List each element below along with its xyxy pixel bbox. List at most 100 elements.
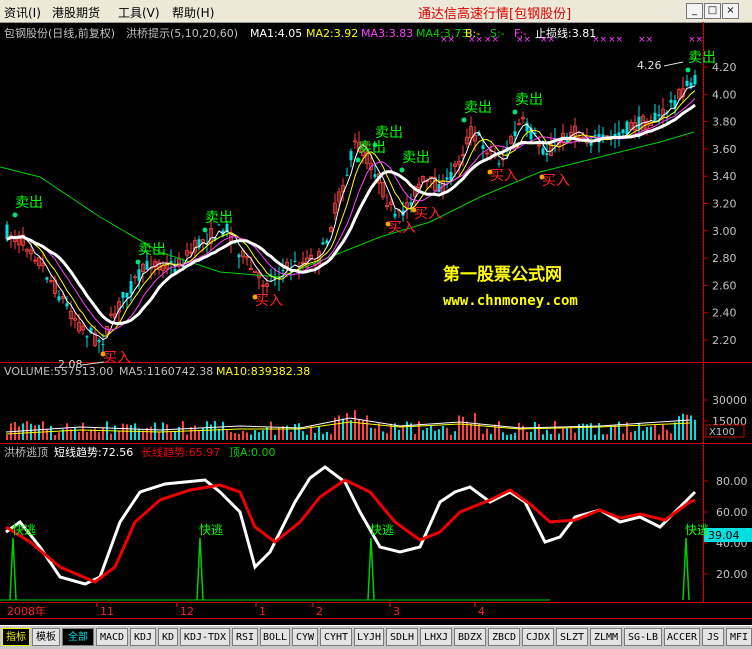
candle-body [437, 184, 441, 193]
volume-bar [242, 430, 244, 440]
escape-label: 快逃 [685, 523, 709, 537]
candle-body [625, 121, 629, 135]
volume-bar [322, 433, 324, 440]
tab-cyht[interactable]: CYHT [320, 628, 352, 646]
volume-bar [186, 434, 188, 440]
ma2-value: MA2:3.92 [306, 27, 358, 40]
volume-bar [342, 418, 344, 440]
volume-bar [254, 430, 256, 440]
volume-bar [298, 423, 300, 440]
price-axis: 4.204.003.803.603.403.203.002.802.602.40… [703, 61, 737, 347]
tab-cjdx[interactable]: CJDX [522, 628, 554, 646]
signal-star: ×× [540, 35, 555, 45]
volume-bar [246, 432, 248, 440]
volume-bar [642, 430, 644, 440]
candle-body [497, 163, 501, 165]
volume-bar [470, 424, 472, 440]
sell-dot [135, 259, 141, 265]
candle-body [169, 261, 173, 263]
tab-zlmm[interactable]: ZLMM [590, 628, 622, 646]
volume-bar [126, 424, 128, 440]
volume-bar [74, 427, 76, 440]
volume-bar [682, 413, 684, 440]
volume-bar [6, 434, 8, 440]
menu-help[interactable]: 帮助(H) [172, 4, 214, 21]
tab-kdj-tdx[interactable]: KDJ-TDX [180, 628, 230, 646]
tab-sdlh[interactable]: SDLH [386, 628, 418, 646]
tab-mfi[interactable]: MFI [726, 628, 752, 646]
stock-chart[interactable]: 包钢股份(日线,前复权) 洪桥提示(5,10,20,60) MA1:4.05 M… [0, 22, 752, 625]
sell-label: 卖出 [515, 92, 543, 108]
time-tick-label: 3 [393, 605, 400, 618]
tab-boll[interactable]: BOLL [260, 628, 290, 646]
oscillator-lines: 快逃 快逃 快逃 快逃 [0, 465, 709, 601]
tab-all[interactable]: 全部 [62, 628, 94, 646]
tab-accer[interactable]: ACCER [664, 628, 700, 646]
osc-current-value: 39.04 [708, 529, 740, 542]
short-trend-line [5, 465, 697, 586]
volume-bar [54, 434, 56, 440]
tab-macd[interactable]: MACD [96, 628, 128, 646]
tab-lyjh[interactable]: LYJH [354, 628, 384, 646]
volume-bar [694, 419, 696, 440]
tab-rsi[interactable]: RSI [232, 628, 258, 646]
volume-bar [310, 426, 312, 440]
volume-bar [294, 424, 296, 440]
volume-bar [290, 431, 292, 440]
volume-bar [194, 425, 196, 440]
volume-bar [338, 415, 340, 440]
volume-bar [542, 434, 544, 440]
escape-label: 快逃 [370, 523, 394, 537]
volume-bar [326, 431, 328, 440]
candle-body [281, 270, 285, 272]
volume-bar [158, 431, 160, 440]
volume-bar [630, 432, 632, 440]
minimize-button[interactable]: _ [686, 3, 703, 19]
volume-bar [458, 415, 460, 440]
volume-bar [426, 428, 428, 440]
signal-star: ×× [688, 35, 703, 45]
signal-star: ×× [484, 35, 499, 45]
tab-bdzx[interactable]: BDZX [454, 628, 486, 646]
volume-bar [622, 433, 624, 440]
tab-kdj[interactable]: KDJ [130, 628, 156, 646]
tab-kd[interactable]: KD [158, 628, 178, 646]
volume-bar [274, 434, 276, 440]
osc-tick-label: 60.00 [716, 506, 748, 519]
maximize-button[interactable]: □ [704, 3, 721, 19]
escape-spike [682, 537, 690, 601]
menu-tools[interactable]: 工具(V) [118, 4, 160, 21]
volume-bar [506, 434, 508, 440]
tab-zbcd[interactable]: ZBCD [488, 628, 520, 646]
volume-bar [510, 434, 512, 440]
signal-star: ×× [592, 35, 607, 45]
volume-bar [406, 421, 408, 440]
menu-info[interactable]: 资讯(I) [4, 4, 41, 21]
volume-bar [130, 425, 132, 440]
price-tick-label: 3.80 [712, 116, 737, 129]
signal-star: ×× [468, 35, 483, 45]
candle-body [5, 224, 9, 240]
candle-body [393, 213, 397, 217]
tab-lhxj[interactable]: LHXJ [420, 628, 452, 646]
candle-body [669, 99, 673, 103]
candle-body [137, 269, 141, 281]
tab-cyw[interactable]: CYW [292, 628, 318, 646]
volume-bar [646, 426, 648, 440]
volume-bar [538, 424, 540, 440]
volume-bar [30, 423, 32, 440]
tab-slzt[interactable]: SLZT [556, 628, 588, 646]
volume-bar [314, 432, 316, 440]
tab-indicator[interactable]: 指标 [2, 628, 30, 646]
buy-label: 买入 [414, 206, 442, 222]
volume-bar [358, 418, 360, 440]
volume-bar [678, 416, 680, 440]
close-button[interactable]: × [722, 3, 739, 19]
tab-js[interactable]: JS [702, 628, 724, 646]
tab-template[interactable]: 模板 [32, 628, 60, 646]
tab-sg-lb[interactable]: SG-LB [624, 628, 662, 646]
candle-body [129, 281, 133, 294]
menu-hk-futures[interactable]: 港股期货 [52, 4, 100, 21]
osc-short-trend: 短线趋势:72.56 [54, 445, 133, 459]
volume-bar [438, 429, 440, 440]
